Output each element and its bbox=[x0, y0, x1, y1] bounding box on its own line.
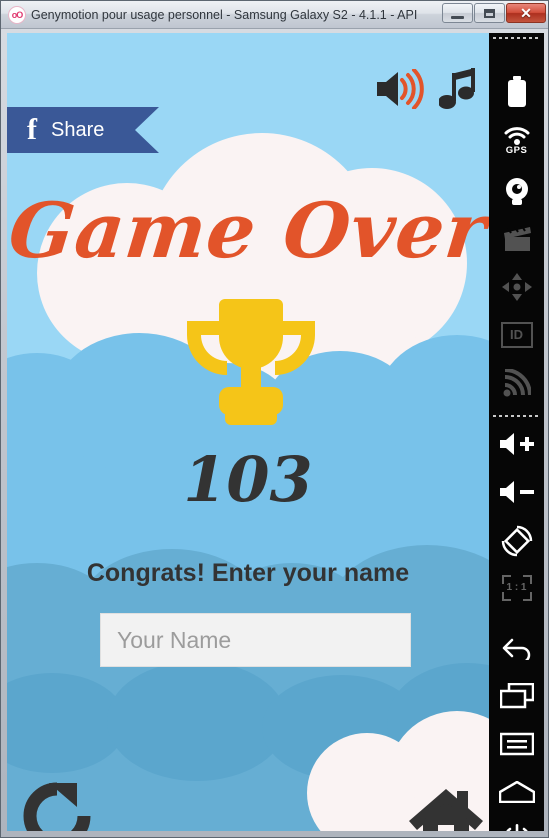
share-button-label: Share bbox=[51, 119, 105, 141]
score-value: 103 bbox=[183, 443, 313, 516]
maximize-button[interactable] bbox=[474, 3, 505, 23]
toolbar-separator-top bbox=[493, 37, 540, 39]
trophy-icon bbox=[179, 299, 323, 431]
toolbar-item-scale-one-to-one[interactable]: 1 : 1 bbox=[489, 565, 544, 611]
sound-on-icon[interactable] bbox=[375, 68, 427, 110]
toolbar-separator-middle bbox=[493, 415, 540, 417]
genymotion-logo-icon: oO bbox=[8, 6, 26, 24]
toolbar-item-back[interactable] bbox=[489, 625, 544, 671]
toolbar-item-volume-up[interactable] bbox=[489, 421, 544, 467]
genymotion-toolbar: GPS ID 1: 1 bbox=[489, 33, 544, 831]
game-screen: f Share Game Over 103 Congrats! Enter yo… bbox=[7, 33, 489, 831]
toolbar-item-gps-label: GPS bbox=[505, 145, 528, 156]
name-input[interactable] bbox=[100, 613, 411, 667]
congrats-message: Congrats! Enter your name bbox=[86, 559, 410, 587]
android-device-viewport: f Share Game Over 103 Congrats! Enter yo… bbox=[7, 33, 489, 831]
toolbar-item-gps[interactable]: GPS bbox=[489, 121, 544, 167]
close-button[interactable]: ✕ bbox=[506, 3, 546, 23]
toolbar-item-network[interactable] bbox=[489, 361, 544, 407]
toolbar-item-home[interactable] bbox=[489, 769, 544, 815]
minimize-button[interactable] bbox=[442, 3, 473, 23]
game-over-title: Game Over bbox=[7, 186, 489, 275]
toolbar-item-recent-apps[interactable] bbox=[489, 673, 544, 719]
facebook-icon: f bbox=[27, 113, 37, 146]
window-title: Genymotion pour usage personnel - Samsun… bbox=[31, 8, 421, 22]
toolbar-item-volume-down[interactable] bbox=[489, 469, 544, 515]
toolbar-item-scale-label: 1 : 1 bbox=[506, 582, 527, 593]
home-icon[interactable] bbox=[407, 785, 485, 831]
toolbar-item-battery[interactable] bbox=[489, 69, 544, 115]
genymotion-window: oO Genymotion pour usage personnel - Sam… bbox=[0, 0, 549, 838]
toolbar-item-clapperboard[interactable] bbox=[489, 217, 544, 263]
toolbar-item-rotate[interactable] bbox=[489, 517, 544, 563]
title-bar: oO Genymotion pour usage personnel - Sam… bbox=[1, 1, 548, 29]
toolbar-item-power[interactable] bbox=[489, 817, 544, 831]
toolbar-item-identifiers[interactable]: ID bbox=[489, 313, 544, 359]
toolbar-item-accelerometer[interactable] bbox=[489, 265, 544, 311]
toolbar-item-camera[interactable] bbox=[489, 169, 544, 215]
music-note-icon[interactable] bbox=[438, 67, 481, 111]
restart-icon[interactable] bbox=[19, 781, 95, 831]
toolbar-item-menu[interactable] bbox=[489, 721, 544, 767]
toolbar-item-identifiers-label: ID bbox=[500, 322, 533, 348]
